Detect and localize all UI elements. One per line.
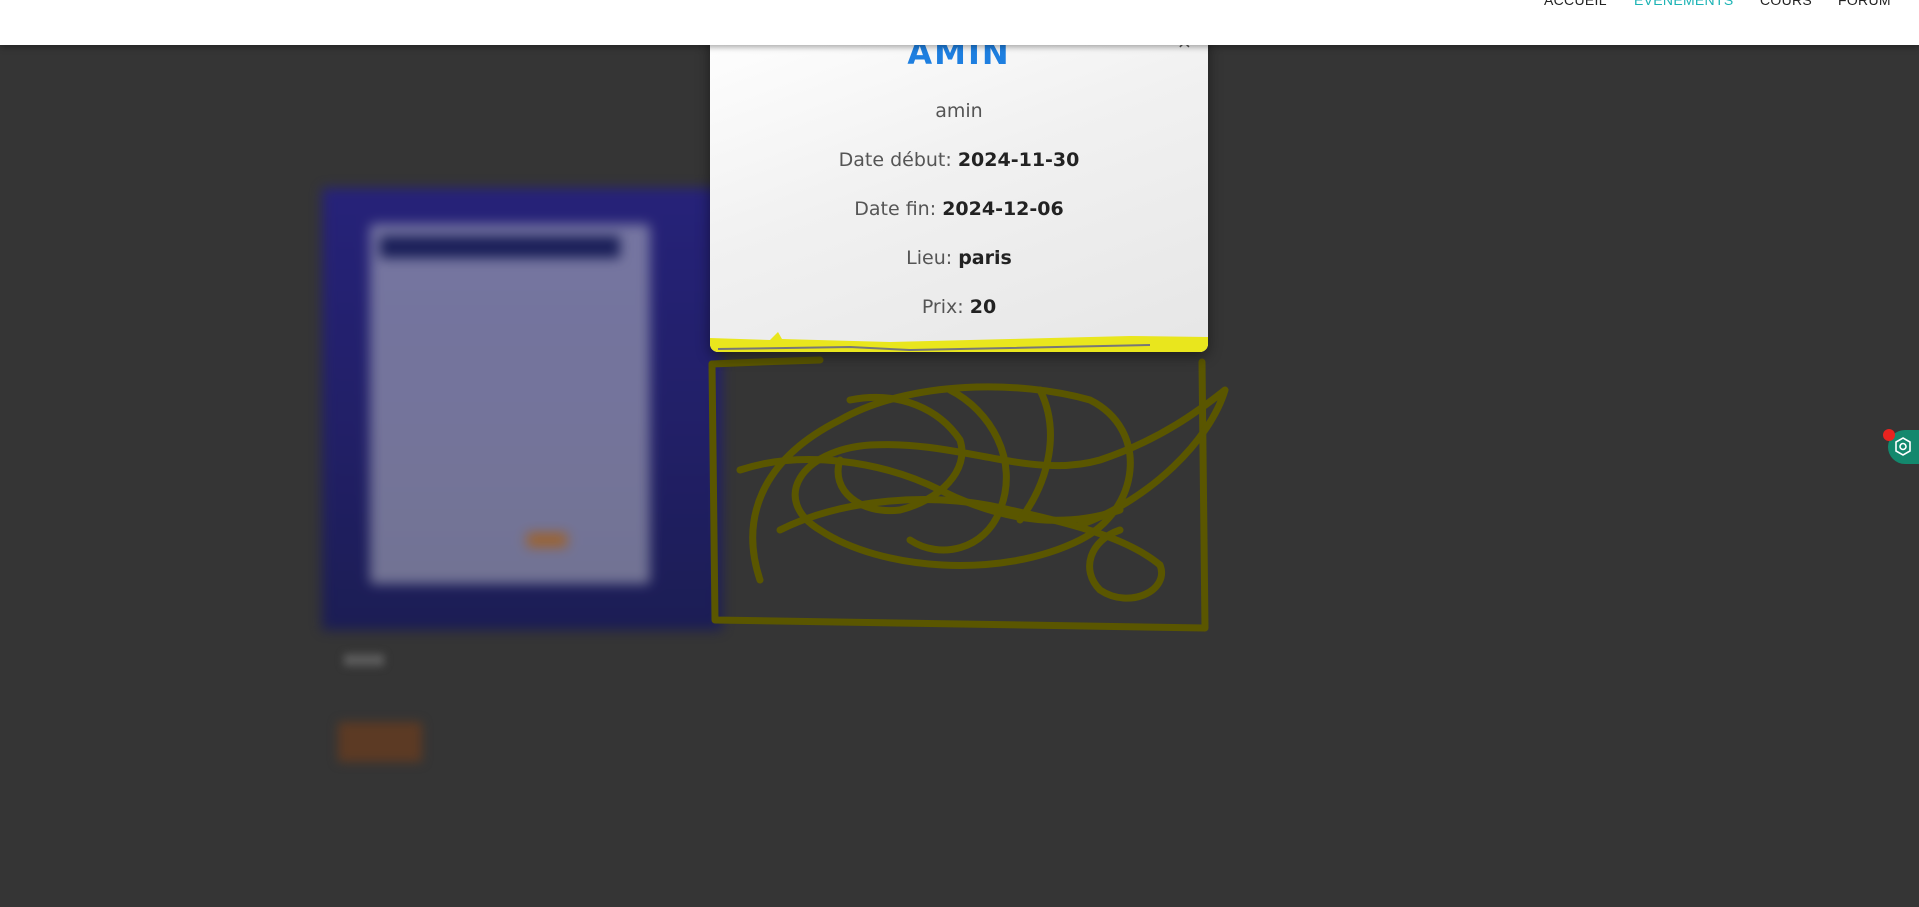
- background-button: [338, 722, 422, 762]
- background-accent: [527, 533, 567, 547]
- background-event-image: [322, 188, 722, 630]
- info-value: 20: [969, 296, 997, 318]
- top-navbar: ACCUEIL ÉVÉNEMENTS COURS FORUM: [0, 0, 1919, 45]
- info-label: Date début:: [838, 149, 952, 171]
- info-row-date-fin: Date fin: 2024-12-06: [710, 198, 1208, 220]
- background-label: [344, 654, 384, 666]
- nav-link-accueil[interactable]: ACCUEIL: [1544, 0, 1607, 8]
- info-row-date-debut: Date début: 2024-11-30: [710, 149, 1208, 171]
- info-label: Lieu:: [906, 247, 953, 269]
- scribble-annotation: [708, 356, 1229, 632]
- notification-dot: [1883, 429, 1895, 441]
- nav-link-evenements[interactable]: ÉVÉNEMENTS: [1634, 0, 1733, 8]
- info-value: 2024-11-30: [957, 149, 1080, 171]
- background-screen-bar: [380, 236, 620, 258]
- nav-link-cours[interactable]: COURS: [1760, 0, 1812, 8]
- modal-subtitle: amin: [935, 100, 983, 122]
- info-value: 2024-12-06: [942, 198, 1064, 220]
- highlight-marker-stroke: [710, 332, 1208, 352]
- nav-link-forum[interactable]: FORUM: [1838, 0, 1891, 8]
- background-screen: [370, 224, 650, 584]
- event-detail-modal: × AMIN amin Date début: 2024-11-30 Date …: [710, 20, 1208, 352]
- info-value: paris: [958, 247, 1012, 269]
- info-row-prix: Prix: 20: [710, 296, 1208, 318]
- info-label: Date fin:: [854, 198, 937, 220]
- info-label: Prix:: [921, 296, 964, 318]
- info-row-lieu: Lieu: paris: [710, 247, 1208, 269]
